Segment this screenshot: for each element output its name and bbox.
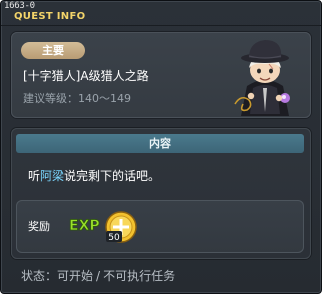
window-title: QUEST INFO (14, 11, 86, 22)
recommended-level: 建议等级：140～149 (23, 92, 131, 105)
quest-header-panel: 主要 [十字猎人]A级猎人之路 建议等级：140～149 (11, 32, 311, 118)
npc-portrait-icon (234, 40, 290, 116)
desc-suffix: 说完剩下的话吧。 (64, 169, 161, 183)
exp-icon-text: EXP (69, 218, 100, 234)
exp-coin-icon[interactable]: 50 (103, 209, 139, 245)
quest-content-panel: 内容 听阿梁说完剩下的话吧。 奖励 EXP 50 (11, 128, 311, 259)
reward-label: 奖励 (28, 220, 50, 233)
quest-category-badge: 主要 (21, 42, 85, 59)
exp-amount: 50 (108, 233, 120, 243)
desc-prefix: 听 (28, 169, 41, 183)
quest-description: 听阿梁说完剩下的话吧。 (28, 167, 160, 184)
quest-id: 1663-0 (4, 1, 35, 11)
status-unavailable: 不可执行任务 (103, 269, 176, 283)
reward-box: 奖励 EXP 50 (16, 200, 304, 253)
quest-info-window: 1663-0 QUEST INFO 主要 [十字猎人]A级猎人之路 建议等级：1… (0, 0, 322, 294)
npc-name-link[interactable]: 阿梁 (40, 169, 64, 183)
quest-status: 状态：可开始 / 不可执行任务 (21, 267, 175, 284)
status-separator: / (96, 269, 101, 283)
status-available: 状态：可开始 (21, 269, 94, 283)
content-header: 内容 (16, 134, 304, 153)
quest-name: [十字猎人]A级猎人之路 (23, 69, 149, 83)
exp-icon: EXP (69, 218, 100, 235)
title-divider (1, 25, 321, 26)
